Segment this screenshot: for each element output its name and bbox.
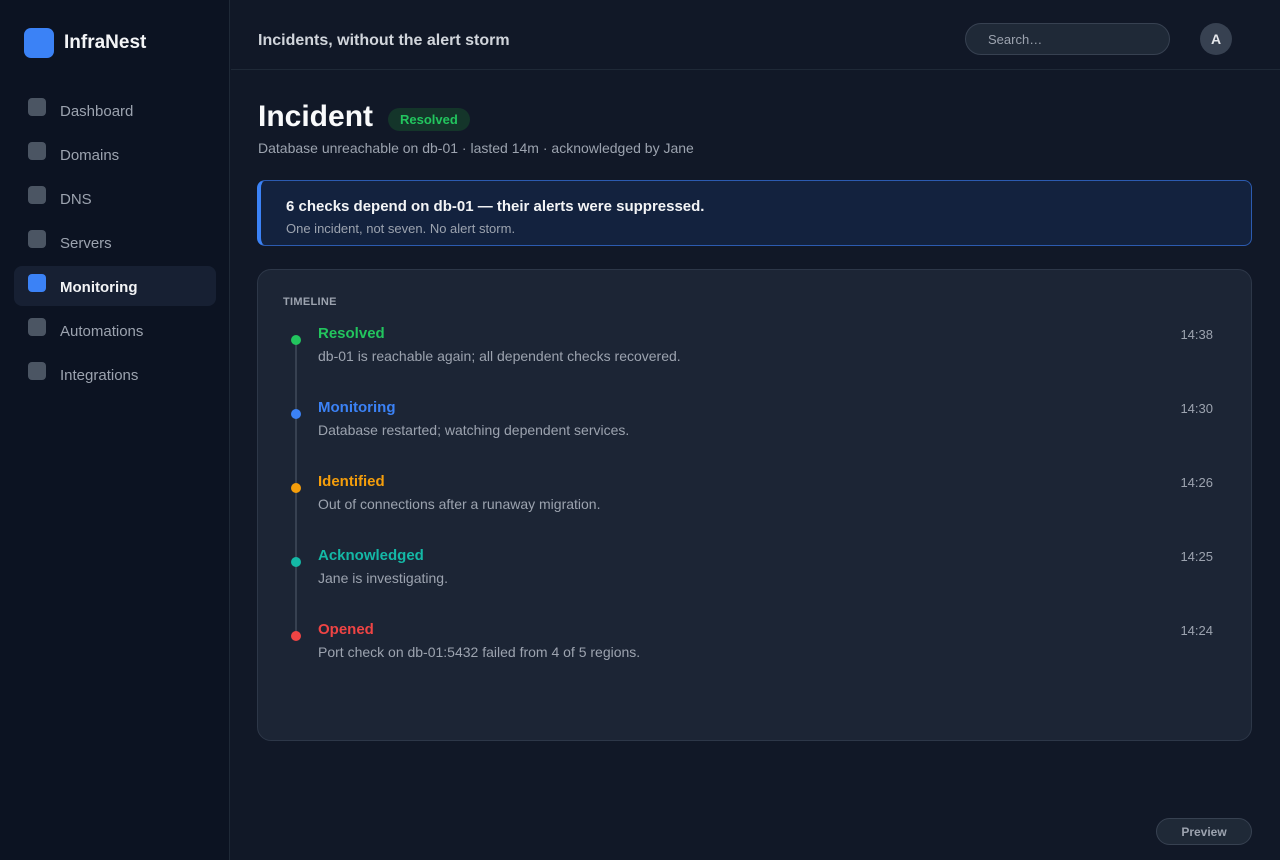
timeline-event-acknowledged: Acknowledged Jane is investigating. 14:2…: [258, 547, 1251, 607]
event-description: Jane is investigating.: [318, 570, 448, 586]
sidebar-item-automations[interactable]: Automations: [14, 310, 216, 350]
sidebar-item-label: Dashboard: [60, 103, 134, 120]
integrations-icon: [28, 362, 46, 380]
sidebar-item-dns[interactable]: DNS: [14, 178, 216, 218]
event-description: Database restarted; watching dependent s…: [318, 422, 630, 438]
sidebar-item-label: Automations: [60, 323, 144, 340]
status-badge: Resolved: [388, 108, 470, 131]
sidebar-item-label: Domains: [60, 147, 120, 164]
event-time: 14:26: [1180, 475, 1213, 490]
sidebar-item-label: Monitoring: [60, 279, 138, 296]
sidebar-item-dashboard[interactable]: Dashboard: [14, 90, 216, 130]
sidebar: InfraNest Dashboard Domains DNS Servers …: [0, 0, 230, 860]
status-dot-icon: [291, 483, 301, 493]
event-description: db-01 is reachable again; all dependent …: [318, 348, 681, 364]
servers-icon: [28, 230, 46, 248]
top-bar: Incidents, without the alert storm A: [231, 0, 1280, 70]
page-tagline: Incidents, without the alert storm: [258, 32, 510, 49]
timeline-event-monitoring: Monitoring Database restarted; watching …: [258, 399, 1251, 459]
event-title: Monitoring: [318, 399, 396, 416]
timeline-heading: TIMELINE: [283, 296, 337, 308]
timeline-event-opened: Opened Port check on db-01:5432 failed f…: [258, 621, 1251, 681]
event-time: 14:24: [1180, 623, 1213, 638]
dns-icon: [28, 186, 46, 204]
event-title: Resolved: [318, 325, 385, 342]
status-dot-icon: [291, 631, 301, 641]
logo-icon: [24, 28, 54, 58]
incident-summary: Database unreachable on db-01 · lasted 1…: [258, 140, 694, 156]
search-input[interactable]: [965, 23, 1170, 55]
timeline-event-resolved: Resolved db-01 is reachable again; all d…: [258, 325, 1251, 385]
preview-button[interactable]: Preview: [1156, 818, 1252, 845]
banner-text: One incident, not seven. No alert storm.: [286, 221, 516, 236]
brand[interactable]: InfraNest: [24, 28, 146, 58]
status-dot-icon: [291, 335, 301, 345]
timeline-event-identified: Identified Out of connections after a ru…: [258, 473, 1251, 533]
domains-icon: [28, 142, 46, 160]
suppression-banner: 6 checks depend on db-01 — their alerts …: [257, 180, 1252, 246]
event-time: 14:30: [1180, 401, 1213, 416]
app-name: InfraNest: [64, 32, 147, 53]
dashboard-icon: [28, 98, 46, 116]
monitoring-icon: [28, 274, 46, 292]
event-time: 14:25: [1180, 549, 1213, 564]
event-time: 14:38: [1180, 327, 1213, 342]
sidebar-item-monitoring[interactable]: Monitoring: [14, 266, 216, 306]
event-title: Opened: [318, 621, 374, 638]
status-dot-icon: [291, 409, 301, 419]
sidebar-item-label: Integrations: [60, 367, 139, 384]
automations-icon: [28, 318, 46, 336]
sidebar-item-label: Servers: [60, 235, 112, 252]
event-description: Port check on db-01:5432 failed from 4 o…: [318, 644, 641, 660]
banner-title: 6 checks depend on db-01 — their alerts …: [286, 198, 705, 215]
sidebar-item-domains[interactable]: Domains: [14, 134, 216, 174]
avatar[interactable]: A: [1200, 23, 1232, 55]
timeline-card: TIMELINE Resolved db-01 is reachable aga…: [257, 269, 1252, 741]
sidebar-item-integrations[interactable]: Integrations: [14, 354, 216, 394]
sidebar-item-servers[interactable]: Servers: [14, 222, 216, 262]
event-title: Acknowledged: [318, 547, 424, 564]
sidebar-item-label: DNS: [60, 191, 92, 208]
status-dot-icon: [291, 557, 301, 567]
event-title: Identified: [318, 473, 385, 490]
event-description: Out of connections after a runaway migra…: [318, 496, 601, 512]
page-title: Incident: [258, 100, 374, 133]
sidebar-nav: Dashboard Domains DNS Servers Monitoring…: [14, 90, 216, 398]
